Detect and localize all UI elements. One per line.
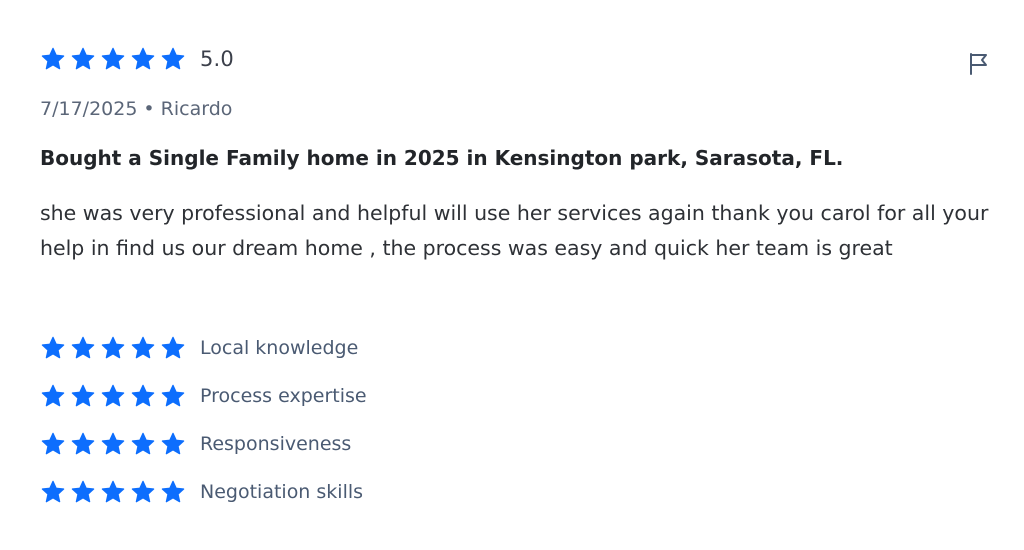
overall-rating: 5.0 xyxy=(40,46,234,72)
star-icon xyxy=(100,335,126,361)
star-icon xyxy=(70,383,96,409)
star-icon xyxy=(130,335,156,361)
subrating-label: Negotiation skills xyxy=(200,481,364,503)
star-icon xyxy=(160,479,186,505)
star-icon xyxy=(70,46,96,72)
subrating-stars xyxy=(40,431,186,457)
review-meta: 7/17/2025 • Ricardo xyxy=(40,98,232,120)
star-icon xyxy=(160,383,186,409)
meta-separator: • xyxy=(143,98,155,120)
star-icon xyxy=(130,383,156,409)
star-icon xyxy=(40,479,66,505)
star-icon xyxy=(160,46,186,72)
subrating-process-expertise: Process expertise xyxy=(40,372,367,420)
subrating-responsiveness: Responsiveness xyxy=(40,420,367,468)
star-icon xyxy=(100,431,126,457)
subrating-stars xyxy=(40,383,186,409)
star-icon xyxy=(40,383,66,409)
star-icon xyxy=(70,431,96,457)
overall-score: 5.0 xyxy=(200,47,234,71)
star-icon xyxy=(130,431,156,457)
subrating-stars xyxy=(40,335,186,361)
flag-icon[interactable] xyxy=(968,52,990,76)
subrating-negotiation-skills: Negotiation skills xyxy=(40,468,367,516)
subrating-label: Responsiveness xyxy=(200,433,352,455)
star-icon xyxy=(100,479,126,505)
star-icon xyxy=(70,335,96,361)
review-text: she was very professional and helpful wi… xyxy=(40,201,989,260)
star-icon xyxy=(100,46,126,72)
review-card: 5.0 7/17/2025 • Ricardo Bought a Single Fa… xyxy=(0,0,1024,550)
subrating-local-knowledge: Local knowledge xyxy=(40,324,367,372)
overall-stars xyxy=(40,46,186,72)
star-icon xyxy=(40,335,66,361)
star-icon xyxy=(100,383,126,409)
star-icon xyxy=(130,46,156,72)
star-icon xyxy=(160,431,186,457)
review-author: Ricardo xyxy=(160,98,233,120)
review-date: 7/17/2025 xyxy=(40,98,138,120)
star-icon xyxy=(160,335,186,361)
review-title: Bought a Single Family home in 2025 in K… xyxy=(40,146,844,170)
subratings-list: Local knowledge Process expertise Respon… xyxy=(40,324,367,516)
star-icon xyxy=(130,479,156,505)
star-icon xyxy=(70,479,96,505)
subrating-label: Process expertise xyxy=(200,385,367,407)
subrating-stars xyxy=(40,479,186,505)
star-icon xyxy=(40,46,66,72)
subrating-label: Local knowledge xyxy=(200,337,359,359)
star-icon xyxy=(40,431,66,457)
